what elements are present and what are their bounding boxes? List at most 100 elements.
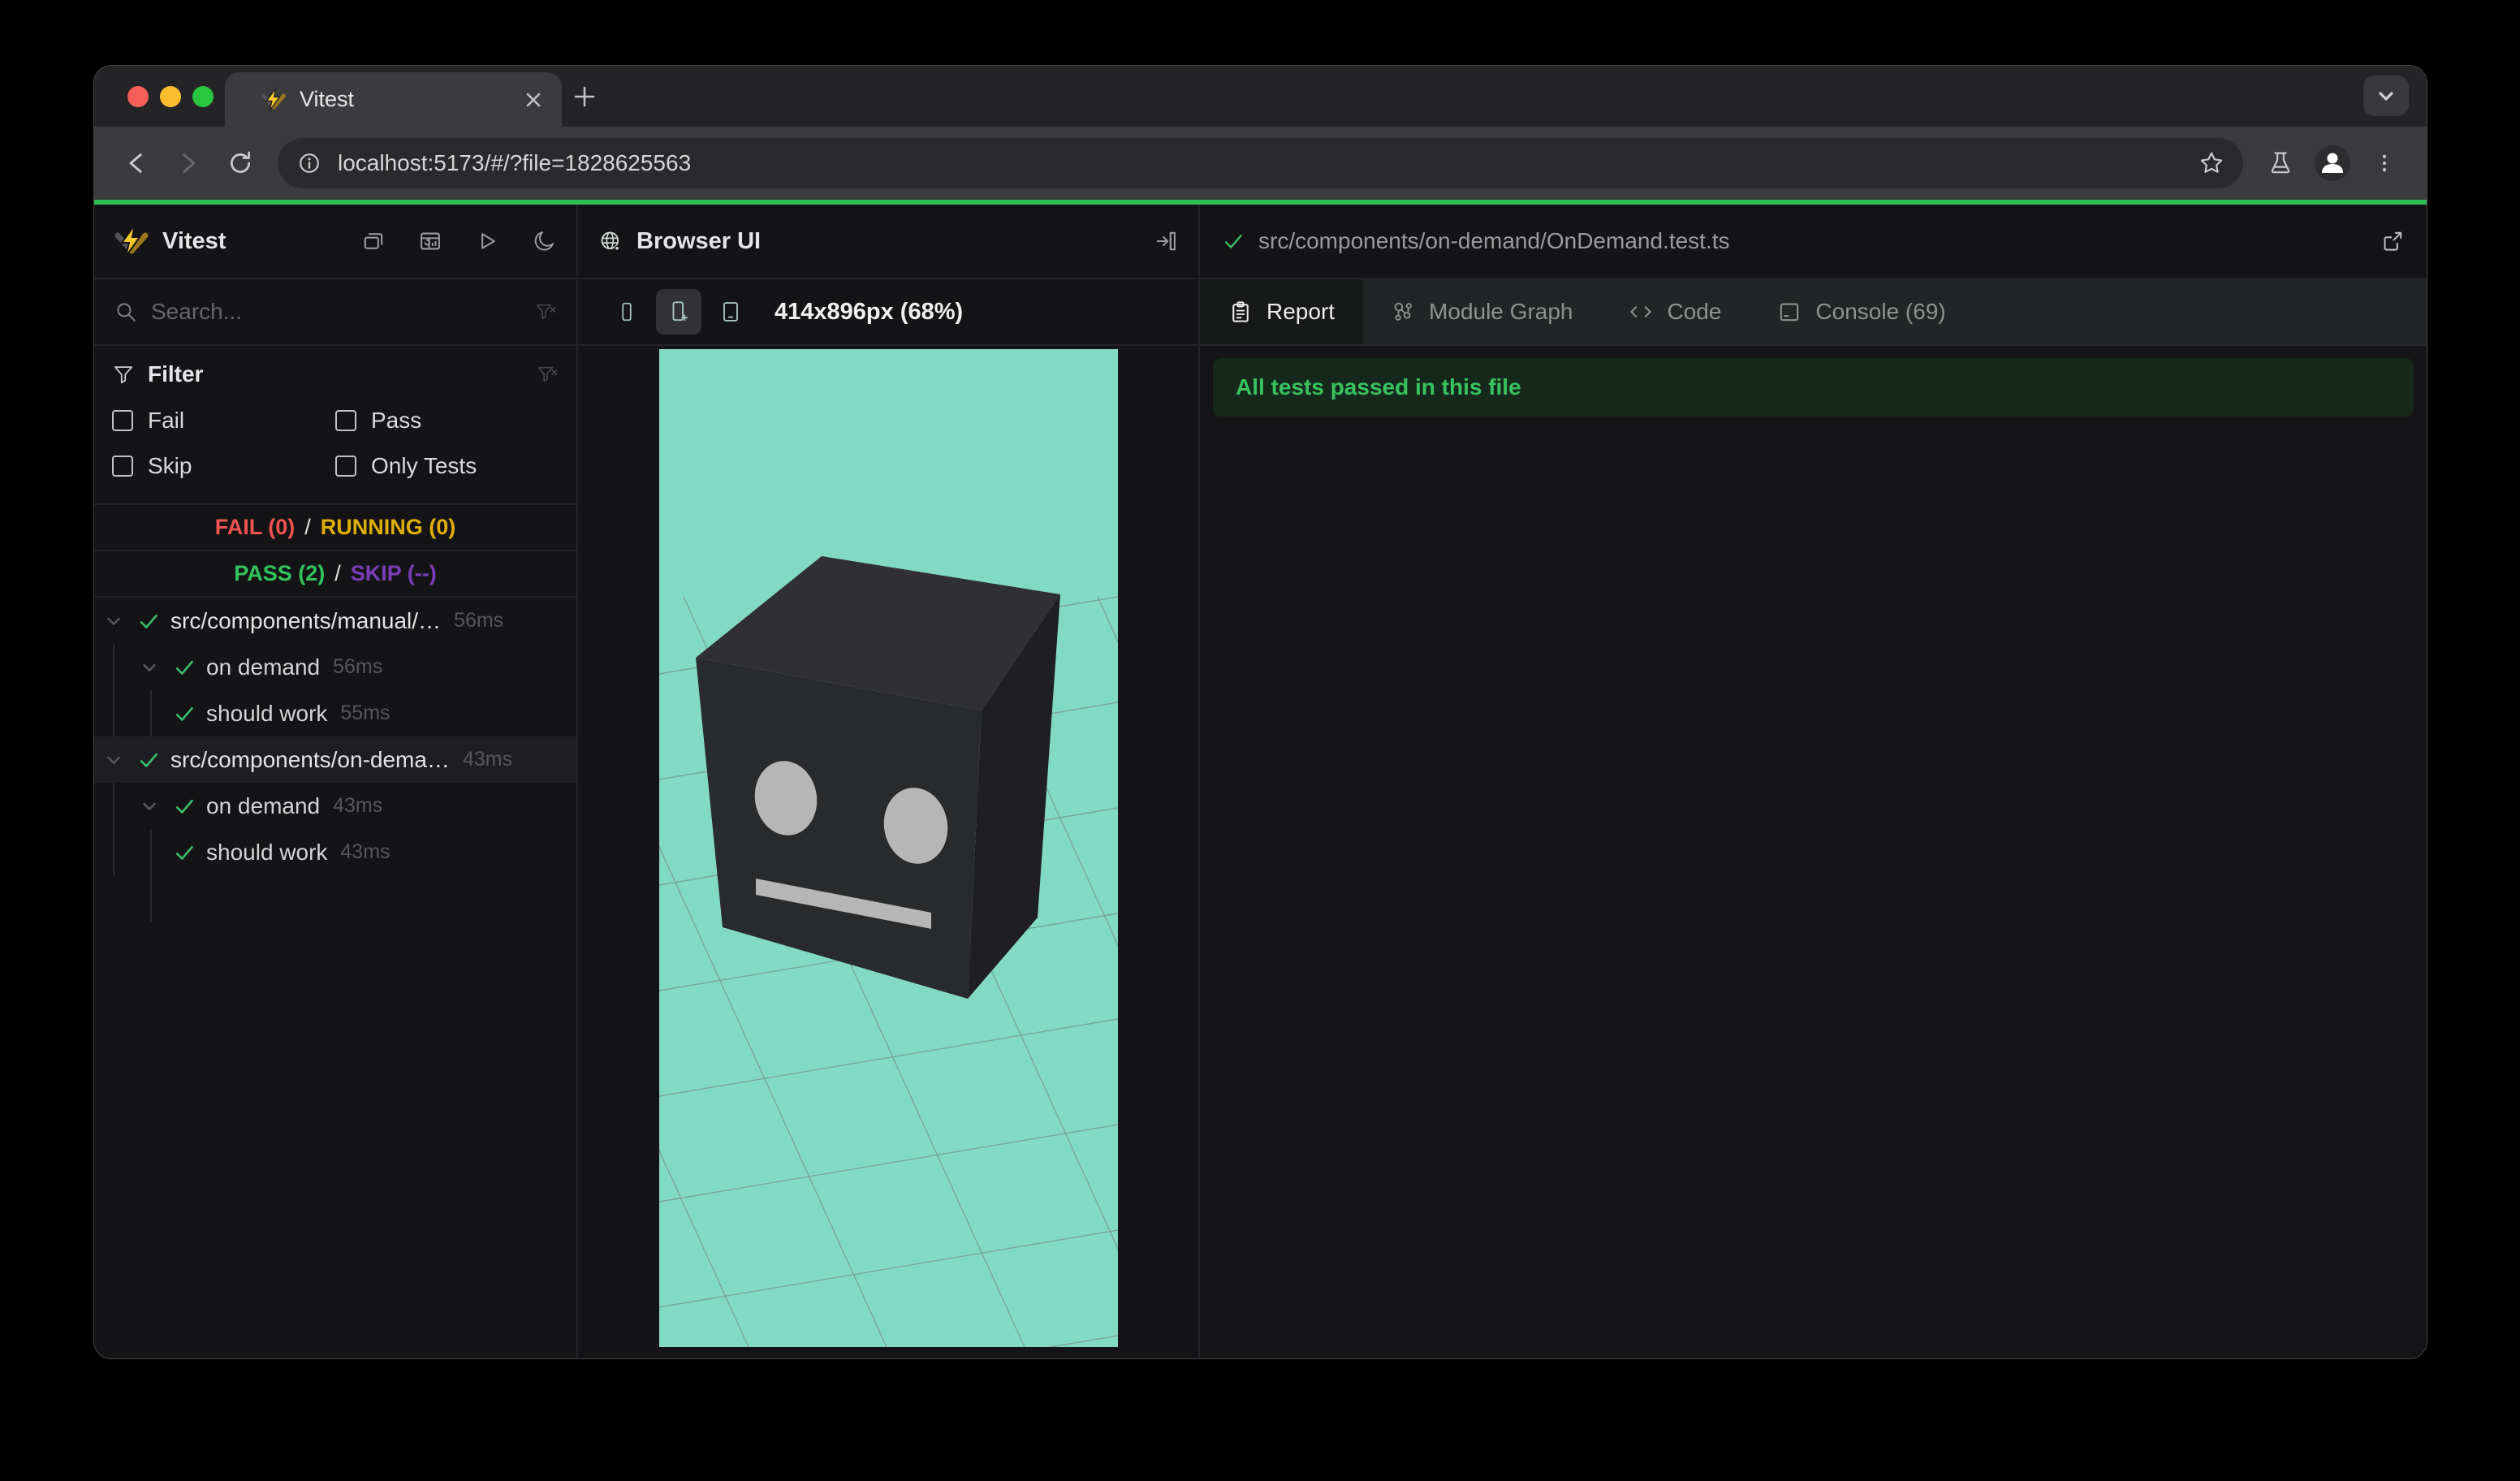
- fail-count: FAIL (0): [214, 515, 296, 539]
- new-tab-button[interactable]: [562, 66, 607, 127]
- filter-option-fail[interactable]: Fail: [112, 408, 335, 434]
- tab-console-label: Console (69): [1815, 299, 1946, 324]
- test-suite-label: on demand: [206, 654, 321, 680]
- tab-console[interactable]: Console (69): [1749, 279, 1973, 344]
- profile-avatar[interactable]: [2310, 140, 2355, 186]
- filter-option-skip[interactable]: Skip: [112, 453, 335, 479]
- tree-row-test[interactable]: should work 55ms: [94, 690, 576, 736]
- tab-report[interactable]: Report: [1200, 279, 1363, 344]
- tab-search-chevron-button[interactable]: [2363, 76, 2409, 116]
- test-explorer-sidebar: Vitest Search... Filter Fail Pass Skip O…: [94, 205, 576, 1358]
- zoom-window-button[interactable]: [192, 85, 214, 107]
- detail-tabbar: Report Module Graph Code Console (69): [1200, 279, 2427, 346]
- chevron-down-icon[interactable]: [101, 608, 127, 634]
- test-case-label: should work: [206, 839, 328, 865]
- tree-row-suite[interactable]: on demand 43ms: [94, 783, 576, 829]
- small-mobile-preset-button[interactable]: [604, 289, 649, 335]
- tree-row-test[interactable]: should work 43ms: [94, 829, 576, 875]
- filter-option-pass[interactable]: Pass: [335, 408, 559, 434]
- preview-title: Browser UI: [636, 227, 762, 254]
- pass-count: PASS (2): [234, 561, 326, 585]
- test-tree: src/components/manual/… 56ms on demand 5…: [94, 598, 576, 922]
- report-content: All tests passed in this file: [1200, 346, 2427, 1358]
- filter-title: Filter: [148, 361, 204, 386]
- collapse-tests-icon[interactable]: [360, 228, 386, 254]
- run-all-tests-icon[interactable]: [474, 228, 500, 254]
- browser-toolbar: localhost:5173/#/?file=1828625563: [94, 127, 2427, 200]
- skip-checkbox[interactable]: [112, 456, 133, 477]
- browser-menu-icon[interactable]: [2362, 140, 2407, 186]
- pass-check-icon: [172, 702, 196, 726]
- experiments-flask-icon[interactable]: [2258, 140, 2303, 186]
- test-duration: 56ms: [454, 609, 504, 632]
- reload-button[interactable]: [218, 140, 263, 186]
- test-duration: 43ms: [333, 794, 383, 817]
- file-path: src/components/on-demand/OnDemand.test.t…: [1258, 228, 1730, 253]
- large-mobile-preset-button[interactable]: [656, 289, 701, 335]
- summary-separator: /: [304, 515, 311, 539]
- test-file-label: src/components/manual/…: [170, 607, 442, 633]
- app-title: Vitest: [162, 227, 227, 254]
- test-file-label: src/components/on-dema…: [170, 746, 450, 772]
- search-row: [94, 279, 576, 346]
- test-case-label: should work: [206, 700, 328, 726]
- filter-option-only-tests[interactable]: Only Tests: [335, 453, 559, 479]
- browser-tabstrip: Vitest: [94, 66, 2427, 127]
- forward-button[interactable]: [166, 140, 211, 186]
- pass-check-icon: [136, 748, 161, 772]
- vitest-ui: Vitest Search... Filter Fail Pass Skip O…: [94, 205, 2427, 1358]
- summary-fail-running: FAIL (0) / RUNNING (0): [94, 505, 576, 551]
- clear-search-filter-icon[interactable]: [534, 300, 557, 323]
- only-tests-label: Only Tests: [371, 453, 477, 478]
- minimize-window-button[interactable]: [160, 85, 181, 107]
- clear-filter-icon[interactable]: [536, 363, 559, 386]
- url-text[interactable]: localhost:5173/#/?file=1828625563: [338, 150, 2193, 176]
- file-header: src/components/on-demand/OnDemand.test.t…: [1200, 205, 2427, 279]
- fail-checkbox[interactable]: [112, 410, 133, 431]
- test-duration: 56ms: [333, 655, 383, 678]
- tree-row-suite[interactable]: on demand 56ms: [94, 644, 576, 690]
- dark-mode-moon-icon[interactable]: [531, 228, 557, 254]
- tested-app-iframe[interactable]: [658, 349, 1118, 1347]
- filter-header: Filter: [112, 351, 559, 398]
- only-tests-checkbox[interactable]: [335, 456, 356, 477]
- chevron-down-icon[interactable]: [136, 793, 162, 819]
- running-count: RUNNING (0): [320, 515, 456, 539]
- test-duration: 43ms: [340, 840, 391, 863]
- filter-row-1: Fail Pass: [112, 398, 559, 443]
- test-suite-label: on demand: [206, 792, 321, 818]
- collapse-panel-icon[interactable]: [1153, 228, 1179, 254]
- tree-row-file-manual[interactable]: src/components/manual/… 56ms: [94, 598, 576, 644]
- dashboard-icon[interactable]: [417, 228, 443, 254]
- tablet-preset-button[interactable]: [708, 289, 753, 335]
- search-icon: [114, 300, 138, 324]
- tree-row-file-on-demand[interactable]: src/components/on-dema… 43ms: [94, 736, 576, 783]
- tests-passed-text: All tests passed in this file: [1236, 374, 1521, 399]
- tab-module-graph[interactable]: Module Graph: [1362, 279, 1600, 344]
- chevron-down-icon[interactable]: [101, 747, 127, 773]
- tab-title: Vitest: [300, 87, 355, 111]
- file-details-panel: src/components/on-demand/OnDemand.test.t…: [1200, 205, 2427, 1358]
- skip-label: Skip: [148, 453, 192, 478]
- summary-pass-skip: PASS (2) / SKIP (--): [94, 551, 576, 598]
- fail-label: Fail: [148, 408, 185, 433]
- address-bar[interactable]: localhost:5173/#/?file=1828625563: [278, 138, 2243, 188]
- back-button[interactable]: [114, 140, 159, 186]
- chevron-down-icon[interactable]: [136, 654, 162, 680]
- close-tab-icon[interactable]: [523, 89, 544, 110]
- open-in-editor-icon[interactable]: [2380, 228, 2406, 254]
- site-info-icon[interactable]: [296, 149, 323, 177]
- vitest-logo-icon: [114, 223, 149, 259]
- filter-row-2: Skip Only Tests: [112, 443, 559, 489]
- search-input[interactable]: [151, 299, 534, 325]
- test-duration: 43ms: [462, 748, 513, 771]
- browser-tab[interactable]: Vitest: [225, 72, 562, 127]
- tab-code[interactable]: Code: [1600, 279, 1749, 344]
- bookmark-star-icon[interactable]: [2198, 149, 2225, 177]
- pass-check-icon: [136, 609, 161, 633]
- browser-preview-panel: Browser UI 414x896px (68%): [578, 205, 1198, 1358]
- viewport-dimensions-label: 414x896px (68%): [775, 298, 964, 325]
- close-window-button[interactable]: [127, 85, 149, 107]
- pass-checkbox[interactable]: [335, 410, 356, 431]
- device-toolbar: 414x896px (68%): [578, 279, 1198, 346]
